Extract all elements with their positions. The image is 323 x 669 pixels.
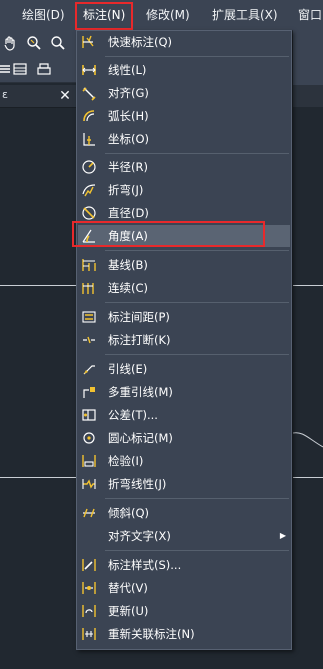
close-icon[interactable]: ✕ [58, 85, 72, 107]
multileader-icon [81, 384, 97, 400]
menu-item-tolerance[interactable]: 公差(T)... [78, 404, 290, 426]
drawing-line [293, 477, 323, 478]
menu-item-aligned[interactable]: 对齐(G) [78, 82, 290, 104]
menu-item-angular[interactable]: 角度(A) [78, 225, 290, 247]
menu-item-jogged-linear[interactable]: 折弯线性(J) [78, 473, 290, 495]
menu-item-radius[interactable]: 半径(R) [78, 156, 290, 178]
override-icon [81, 580, 97, 596]
menu-bar: 绘图(D) 标注(N) 修改(M) 扩展工具(X) 窗口 [0, 0, 323, 31]
menu-separator [105, 550, 289, 551]
menu-item-baseline[interactable]: 基线(B) [78, 254, 290, 276]
menu-item-arc-length[interactable]: 弧长(H) [78, 105, 290, 127]
quick-dimension-icon [81, 34, 97, 50]
continue-icon [81, 280, 97, 296]
menu-item-jogged[interactable]: 折弯(J) [78, 179, 290, 201]
arc-length-icon [81, 108, 97, 124]
menu-item-oblique[interactable]: 倾斜(Q) [78, 502, 290, 524]
menu-item-center-mark[interactable]: 圆心标记(M) [78, 427, 290, 449]
menu-item-dim-style[interactable]: 标注样式(S)... [78, 554, 290, 576]
tolerance-icon [81, 407, 97, 423]
menu-item-dim-space[interactable]: 标注间距(P) [78, 306, 290, 328]
panel-header: ε ✕ [0, 85, 76, 108]
menu-separator [105, 498, 289, 499]
layer-icon[interactable] [0, 61, 12, 77]
drawing-line [0, 285, 76, 286]
center-mark-icon [81, 430, 97, 446]
zoom-realtime-icon[interactable] [26, 35, 42, 51]
menu-separator [105, 153, 289, 154]
dim-break-icon [81, 332, 97, 348]
update-icon [81, 603, 97, 619]
reassociate-icon [81, 626, 97, 642]
baseline-icon [81, 257, 97, 273]
menu-item-diameter[interactable]: 直径(D) [78, 202, 290, 224]
menu-separator [105, 354, 289, 355]
menu-separator [105, 250, 289, 251]
panel-tab-label: ε [2, 88, 8, 101]
jogged-icon [81, 182, 97, 198]
angular-icon [81, 228, 97, 244]
oblique-icon [81, 505, 97, 521]
inspection-icon [81, 453, 97, 469]
menu-item-override[interactable]: 替代(V) [78, 577, 290, 599]
menu-window[interactable]: 窗口 [298, 0, 322, 30]
zoom-window-icon[interactable] [50, 35, 66, 51]
dimension-dropdown-menu: 快速标注(Q) 线性(L) 对齐(G) 弧长(H) 坐标(O) 半径(R) 折弯… [76, 30, 292, 650]
menu-separator [105, 56, 289, 57]
right-panel-header [293, 85, 323, 107]
layer-states-icon[interactable] [12, 61, 28, 77]
toolbar-row-1 [0, 30, 76, 57]
ordinate-icon [81, 131, 97, 147]
menu-item-linear[interactable]: 线性(L) [78, 59, 290, 81]
menu-separator [105, 302, 289, 303]
drawing-line [293, 285, 323, 286]
aligned-dimension-icon [81, 85, 97, 101]
menu-item-leader[interactable]: 引线(E) [78, 358, 290, 380]
diameter-icon [81, 205, 97, 221]
menu-item-align-text[interactable]: 对齐文字(X) ▶ [78, 525, 290, 547]
jogged-linear-icon [81, 476, 97, 492]
right-toolbar-area [293, 30, 323, 85]
menu-item-quick-dimension[interactable]: 快速标注(Q) [78, 31, 290, 53]
drawing-curve [293, 432, 323, 448]
menu-item-inspection[interactable]: 检验(I) [78, 450, 290, 472]
dim-style-icon [81, 557, 97, 573]
menu-dimension[interactable]: 标注(N) [83, 0, 125, 30]
menu-item-dim-break[interactable]: 标注打断(K) [78, 329, 290, 351]
menu-item-reassociate[interactable]: 重新关联标注(N) [78, 623, 290, 645]
drawing-line [0, 477, 76, 478]
hand-pan-icon[interactable] [2, 35, 18, 51]
menu-item-multileader[interactable]: 多重引线(M) [78, 381, 290, 403]
dim-space-icon [81, 309, 97, 325]
menu-draw[interactable]: 绘图(D) [22, 0, 65, 30]
printer-icon[interactable] [36, 61, 52, 77]
menu-modify[interactable]: 修改(M) [146, 0, 190, 30]
toolbar-row-2 [0, 56, 76, 83]
submenu-arrow-icon: ▶ [279, 531, 286, 540]
menu-item-ordinate[interactable]: 坐标(O) [78, 128, 290, 150]
menu-extension-tools[interactable]: 扩展工具(X) [212, 0, 278, 30]
radius-icon [81, 159, 97, 175]
leader-icon [81, 361, 97, 377]
linear-dimension-icon [81, 62, 97, 78]
menu-item-update[interactable]: 更新(U) [78, 600, 290, 622]
menu-item-continue[interactable]: 连续(C) [78, 277, 290, 299]
